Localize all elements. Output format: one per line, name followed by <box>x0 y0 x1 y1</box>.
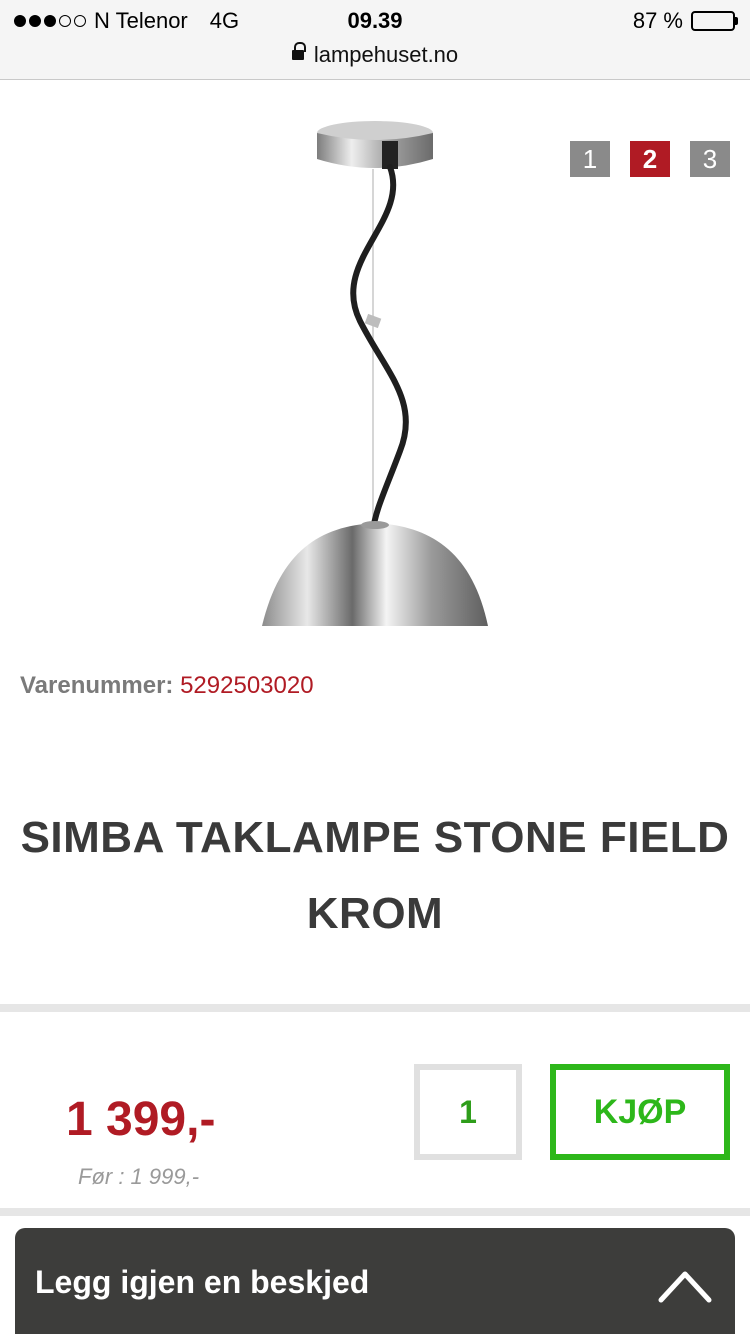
pendant-lamp-image <box>262 121 488 626</box>
url-text: lampehuset.no <box>313 42 459 67</box>
chat-widget-bar[interactable]: Legg igjen en beskjed <box>15 1228 735 1334</box>
gallery-page-2[interactable]: 2 <box>630 141 670 177</box>
product-price: 1 399,- <box>66 1093 216 1146</box>
divider <box>0 1004 750 1012</box>
article-number-value: 5292503020 <box>180 672 314 699</box>
product-title-line-1: SIMBA TAKLAMPE STONE FIELD <box>20 813 730 862</box>
product-title-line-2: KROM <box>306 889 444 938</box>
article-number-label: Varenummer: <box>20 672 174 699</box>
article-number: Varenummer: 5292503020 <box>20 672 314 700</box>
product-title: SIMBA TAKLAMPE STONE FIELD KROM <box>20 800 730 952</box>
product-gallery[interactable]: 1 2 3 <box>0 81 750 626</box>
battery-indicator: 87 % <box>633 8 738 34</box>
old-price: Før : 1 999,- <box>78 1164 200 1189</box>
chat-label: Legg igjen en beskjed <box>35 1264 370 1300</box>
status-bar: N Telenor 4G 09.39 87 % <box>0 0 750 40</box>
quantity-input[interactable]: 1 <box>414 1064 522 1160</box>
gallery-page-3[interactable]: 3 <box>690 141 730 177</box>
gallery-page-1[interactable]: 1 <box>570 141 610 177</box>
browser-chrome: N Telenor 4G 09.39 87 % lampehuset.no <box>0 0 750 80</box>
chevron-up-icon[interactable] <box>657 1266 713 1306</box>
lock-icon <box>291 42 306 62</box>
address-bar[interactable]: lampehuset.no <box>0 42 750 68</box>
divider <box>0 1208 750 1216</box>
battery-icon <box>691 11 738 31</box>
buy-button[interactable]: KJØP <box>550 1064 730 1160</box>
gallery-pager: 1 2 3 <box>570 141 730 177</box>
battery-percent: 87 % <box>632 8 683 33</box>
